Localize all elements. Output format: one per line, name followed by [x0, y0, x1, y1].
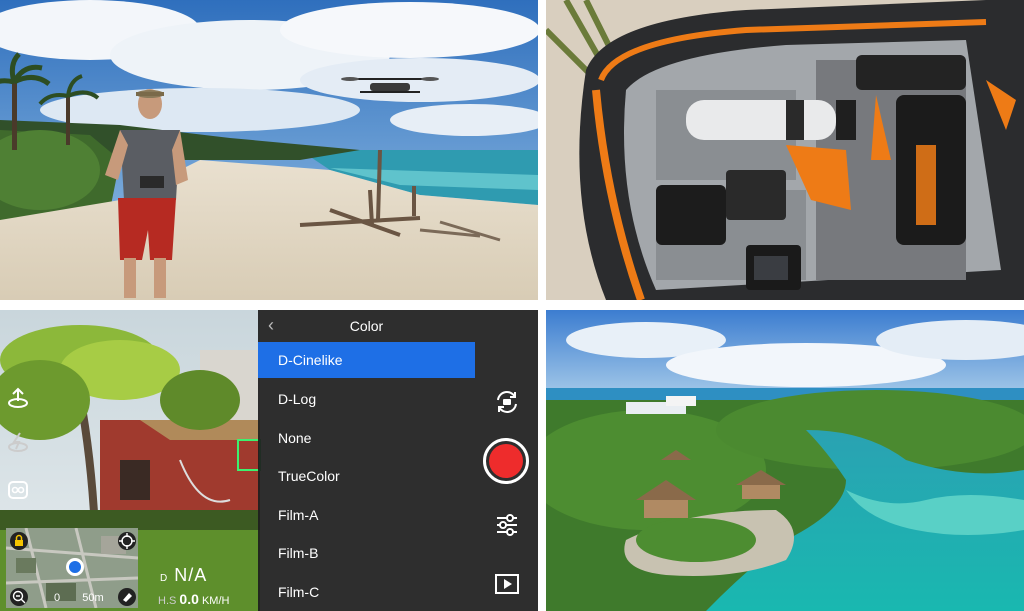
color-menu: ‹ Color D-Cinelike D-Log None TrueColor …: [258, 310, 475, 611]
hspeed-value: 0.0: [179, 591, 199, 607]
menu-item-none[interactable]: None: [258, 420, 475, 456]
map-scale-label: 50m: [82, 592, 104, 604]
hspeed-unit: KM/H: [201, 595, 230, 607]
return-home-icon[interactable]: [6, 430, 30, 454]
map-scale: 0 50m: [54, 592, 104, 604]
menu-item-film-b[interactable]: Film-B: [258, 535, 475, 571]
telemetry-readout: D N/A H.S 0.0 KM/H: [140, 563, 258, 611]
distance-value: N/A: [174, 565, 208, 585]
playback-icon[interactable]: [495, 574, 519, 594]
camera-switch-icon[interactable]: [493, 388, 521, 416]
target-icon[interactable]: [118, 532, 136, 550]
menu-item-truecolor[interactable]: TrueColor: [258, 458, 475, 494]
location-pin-icon: [66, 558, 84, 576]
menu-header: ‹ Color: [258, 310, 475, 342]
photo-beach-pilot: [0, 0, 538, 300]
takeoff-icon[interactable]: [6, 386, 30, 410]
zoom-out-icon[interactable]: [10, 588, 28, 606]
hspeed-label: H.S: [158, 595, 177, 607]
distance-label: D: [160, 573, 169, 584]
photo-aerial-lagoon: [546, 310, 1024, 611]
remote-controller-icon[interactable]: [6, 478, 30, 502]
lock-icon[interactable]: [10, 532, 28, 550]
camera-control-bar: [475, 310, 538, 611]
menu-item-film-a[interactable]: Film-A: [258, 497, 475, 533]
menu-item-d-cinelike[interactable]: D-Cinelike: [258, 342, 475, 378]
menu-item-film-c[interactable]: Film-C: [258, 574, 475, 610]
record-button[interactable]: [483, 438, 529, 484]
menu-item-d-log[interactable]: D-Log: [258, 381, 475, 417]
map-scale-zero: 0: [54, 592, 61, 604]
settings-sliders-icon[interactable]: [494, 512, 520, 538]
mini-map[interactable]: 0 50m: [6, 528, 138, 608]
eraser-icon[interactable]: [118, 588, 136, 606]
menu-title: Color: [349, 318, 384, 334]
photo-camera-bag: [546, 0, 1024, 300]
